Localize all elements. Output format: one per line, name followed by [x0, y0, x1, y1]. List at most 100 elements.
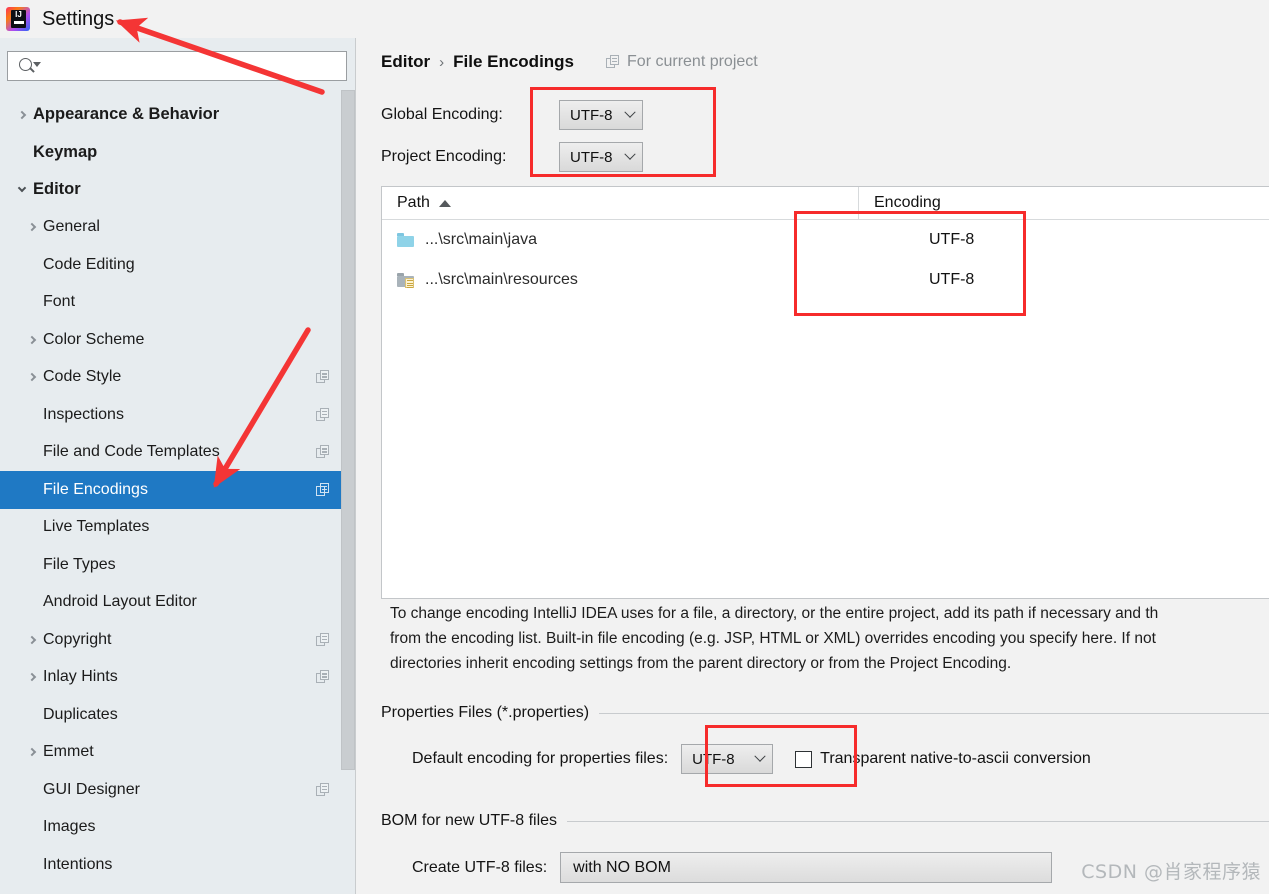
properties-section-title: Properties Files (*.properties): [381, 704, 590, 721]
copy-settings-icon[interactable]: [316, 482, 330, 497]
sidebar-item-inspections[interactable]: Inspections: [0, 396, 355, 434]
bom-section-title: BOM for new UTF-8 files: [381, 812, 558, 829]
chevron-down-icon[interactable]: [14, 184, 30, 193]
copy-settings-icon[interactable]: [316, 670, 330, 684]
sidebar-item-label: Font: [43, 293, 76, 311]
search-input[interactable]: [40, 53, 346, 79]
window-title: Settings: [42, 7, 115, 30]
chevron-right-icon[interactable]: [24, 223, 40, 232]
sidebar-item-label: File and Code Templates: [43, 443, 220, 461]
breadcrumb-parent[interactable]: Editor: [381, 52, 430, 72]
sidebar-item-label: GUI Designer: [43, 780, 140, 798]
description-text: To change encoding IntelliJ IDEA uses fo…: [390, 601, 1269, 676]
copy-settings-icon[interactable]: [316, 407, 330, 422]
sidebar-item-label: Appearance & Behavior: [33, 105, 220, 124]
properties-encoding-value: UTF-8: [692, 750, 735, 768]
sidebar-item-duplicates[interactable]: Duplicates: [0, 696, 355, 734]
settings-sidebar: Appearance & Behavior Keymap Editor General…: [0, 38, 356, 894]
cell-path: ...\src\main\resources: [382, 271, 858, 289]
sidebar-item-label: Color Scheme: [43, 330, 145, 348]
description-line-3: directories inherit encoding settings fr…: [390, 655, 1012, 672]
settings-content-panel: Editor › File Encodings For current proj…: [357, 0, 1269, 894]
sidebar-item-code-editing[interactable]: Code Editing: [0, 246, 355, 284]
sidebar-item-keymap[interactable]: Keymap: [0, 134, 355, 172]
sidebar-item-file-types[interactable]: File Types: [0, 546, 355, 584]
intellij-idea-logo-icon: IJ: [6, 7, 30, 31]
sidebar-item-gui-designer[interactable]: GUI Designer: [0, 771, 355, 809]
breadcrumb-current: File Encodings: [453, 52, 575, 71]
bom-create-dropdown[interactable]: with NO BOM: [560, 852, 1053, 883]
sidebar-item-color-scheme[interactable]: Color Scheme: [0, 321, 355, 359]
chevron-right-icon[interactable]: [24, 373, 40, 382]
chevron-down-icon: [754, 750, 766, 762]
chevron-right-icon[interactable]: [24, 335, 40, 344]
copy-settings-icon[interactable]: [316, 632, 330, 647]
description-line-1: To change encoding IntelliJ IDEA uses fo…: [390, 605, 1159, 622]
project-encoding-value: UTF-8: [570, 148, 613, 166]
watermark: CSDN @肖家程序猿: [1081, 861, 1261, 883]
folder-resources-icon: [397, 273, 414, 289]
chevron-right-icon[interactable]: [14, 110, 30, 119]
sidebar-item-font[interactable]: Font: [0, 284, 355, 322]
sidebar-item-images[interactable]: Images: [0, 809, 355, 847]
project-encoding-dropdown[interactable]: UTF-8: [559, 142, 643, 172]
section-divider: [567, 820, 1269, 822]
table-header-row: Path Encoding: [382, 187, 1269, 220]
table-body: ...\src\main\java UTF-8 ...\src\main\resou…: [382, 220, 1269, 300]
sidebar-item-file-encodings[interactable]: File Encodings: [0, 471, 355, 509]
sidebar-item-label: Keymap: [33, 142, 98, 161]
bom-create-label: Create UTF-8 files:: [412, 858, 548, 876]
chevron-down-icon: [624, 148, 636, 160]
global-encoding-dropdown[interactable]: UTF-8: [559, 100, 643, 130]
sidebar-item-inlay-hints[interactable]: Inlay Hints: [0, 659, 355, 697]
scope-label: For current project: [627, 53, 758, 70]
sidebar-item-label: Intentions: [43, 855, 113, 873]
sidebar-scrollbar-thumb[interactable]: [341, 90, 355, 770]
transparent-conversion-checkbox[interactable]: Transparent native-to-ascii conversion: [795, 750, 1091, 768]
chevron-right-icon[interactable]: [24, 748, 40, 757]
cell-encoding[interactable]: UTF-8: [858, 231, 1269, 249]
bom-create-value: with NO BOM: [573, 858, 671, 876]
checkbox-box[interactable]: [795, 750, 813, 768]
properties-encoding-dropdown[interactable]: UTF-8: [681, 744, 774, 774]
bom-section-header: BOM for new UTF-8 files: [381, 812, 1269, 830]
global-encoding-row: Global Encoding: UTF-8: [381, 100, 643, 130]
column-header-path-label: Path: [397, 194, 430, 211]
section-divider: [599, 712, 1269, 714]
copy-settings-icon[interactable]: [316, 445, 330, 459]
chevron-right-icon[interactable]: [24, 673, 40, 682]
chevron-right-icon[interactable]: [24, 635, 40, 644]
breadcrumb: Editor › File Encodings For current proj…: [381, 52, 758, 72]
sidebar-item-label: Copyright: [43, 630, 112, 648]
encodings-table: Path Encoding ...\src\main\java UTF-8 ...\…: [381, 186, 1269, 599]
sidebar-item-emmet[interactable]: Emmet: [0, 734, 355, 772]
column-header-encoding[interactable]: Encoding: [858, 187, 1269, 219]
sidebar-item-label: Duplicates: [43, 705, 118, 723]
sidebar-item-appearance-behavior[interactable]: Appearance & Behavior: [0, 96, 355, 134]
properties-section-header: Properties Files (*.properties): [381, 704, 1269, 722]
global-encoding-value: UTF-8: [570, 106, 613, 124]
sidebar-item-copyright[interactable]: Copyright: [0, 621, 355, 659]
search-icon: [18, 57, 41, 75]
sidebar-item-code-style[interactable]: Code Style: [0, 359, 355, 397]
sort-ascending-icon: [438, 199, 451, 207]
sidebar-item-intentions[interactable]: Intentions: [0, 846, 355, 884]
sidebar-item-label: Code Style: [43, 368, 122, 386]
cell-encoding[interactable]: UTF-8: [858, 271, 1269, 289]
sidebar-item-label: General: [43, 218, 100, 236]
sidebar-item-live-templates[interactable]: Live Templates: [0, 509, 355, 547]
path-text: ...\src\main\java: [425, 231, 538, 248]
table-row[interactable]: ...\src\main\java UTF-8: [382, 220, 1269, 260]
table-row[interactable]: ...\src\main\resources UTF-8: [382, 260, 1269, 300]
search-box[interactable]: [7, 51, 347, 81]
sidebar-item-editor[interactable]: Editor: [0, 171, 355, 209]
copy-settings-icon[interactable]: [316, 370, 330, 384]
sidebar-item-file-and-code-templates[interactable]: File and Code Templates: [0, 434, 355, 472]
path-text: ...\src\main\resources: [425, 271, 578, 288]
sidebar-item-general[interactable]: General: [0, 209, 355, 247]
column-header-path[interactable]: Path: [382, 187, 858, 219]
sidebar-item-android-layout-editor[interactable]: Android Layout Editor: [0, 584, 355, 622]
copy-settings-icon[interactable]: [316, 782, 330, 797]
sidebar-item-label: Editor: [33, 180, 81, 199]
settings-tree: Appearance & Behavior Keymap Editor General…: [0, 96, 355, 894]
